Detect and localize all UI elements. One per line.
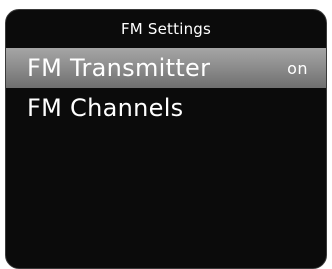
menu-item-value: on (287, 58, 308, 78)
menu-item-fm-channels[interactable]: FM Channels (6, 88, 326, 128)
menu-item-fm-transmitter[interactable]: FM Transmitter on (6, 48, 326, 88)
menu-item-label: FM Transmitter (27, 54, 211, 82)
screen-title: FM Settings (120, 20, 212, 38)
device-screen: FM Settings FM Transmitter on FM Channel… (5, 9, 327, 269)
menu-item-label: FM Channels (27, 94, 184, 122)
settings-menu: FM Transmitter on FM Channels (6, 48, 326, 128)
